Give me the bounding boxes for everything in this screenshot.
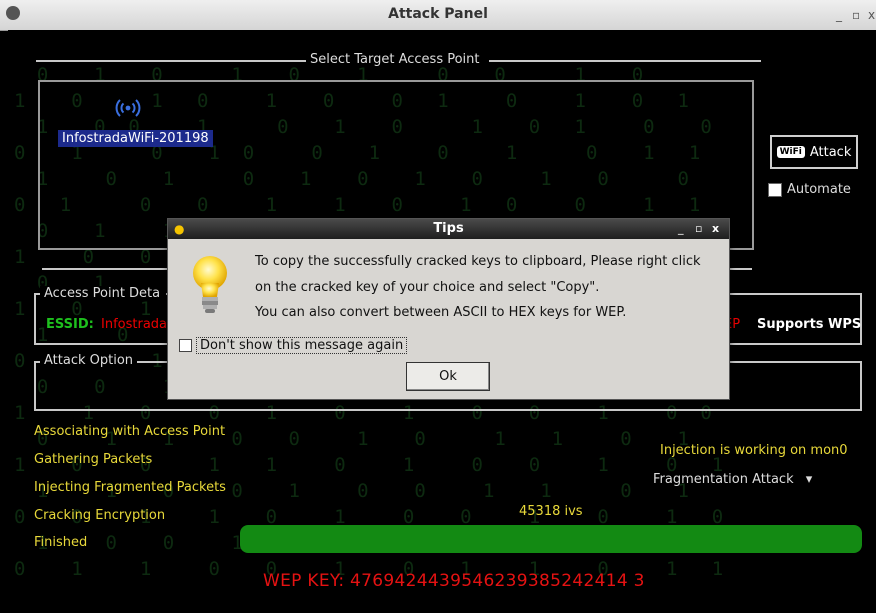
dont-show-again-box[interactable]: [179, 339, 192, 352]
automate-checkbox[interactable]: Automate: [768, 182, 851, 197]
window-titlebar: Attack Panel _ ▫ x: [0, 0, 876, 31]
attack-button[interactable]: WiFi Attack: [770, 135, 858, 169]
dialog-close-button[interactable]: x: [712, 222, 719, 235]
details-section-legend: Access Point Deta: [40, 286, 165, 301]
progress-bar: [240, 525, 862, 553]
automate-label: Automate: [787, 182, 851, 197]
close-button[interactable]: x: [868, 8, 875, 22]
step-associating: Associating with Access Point: [34, 424, 226, 439]
wps-label: Supports WPS: [757, 317, 862, 332]
essid-label: ESSID:: [46, 317, 94, 332]
minimize-button[interactable]: _: [836, 8, 842, 22]
dialog-message-line1: To copy the successfully cracked keys to…: [255, 254, 701, 269]
dialog-message-line2: on the cracked key of your choice and se…: [255, 280, 600, 295]
lightbulb-icon: [192, 255, 228, 323]
step-injecting: Injecting Fragmented Packets: [34, 480, 226, 495]
dialog-minimize-button[interactable]: _: [678, 222, 684, 235]
target-section-rule-right: [489, 60, 761, 62]
step-finished: Finished: [34, 535, 88, 550]
injection-status: Injection is working on mon0: [660, 443, 848, 458]
access-point-item[interactable]: InfostradaWiFi-201198: [58, 130, 213, 147]
essid-value: Infostrada: [101, 317, 168, 332]
target-section-rule-left: [36, 60, 306, 62]
attack-type-dropdown[interactable]: Fragmentation Attack ▾: [653, 472, 812, 487]
step-gathering: Gathering Packets: [34, 452, 153, 467]
window-title: Attack Panel: [388, 6, 488, 22]
dialog-maximize-button[interactable]: ▫: [695, 222, 702, 235]
ivs-count: 45318 ivs: [519, 504, 583, 519]
attack-button-label: Attack: [809, 144, 852, 160]
dont-show-again-label: Don't show this message again: [196, 337, 408, 354]
options-section-legend: Attack Option: [40, 353, 138, 368]
tips-dialog: ● Tips _ ▫ x To copy the successfully cr…: [167, 218, 730, 400]
dialog-title: Tips: [433, 221, 464, 236]
ok-button[interactable]: Ok: [406, 362, 490, 391]
wifi-logo-icon: WiFi: [776, 146, 805, 158]
wireless-signal-icon[interactable]: [115, 96, 141, 124]
automate-checkbox-box[interactable]: [768, 182, 782, 197]
dialog-titlebar: ● Tips _ ▫ x: [168, 219, 729, 239]
dialog-message-line3: You can also convert between ASCII to HE…: [255, 305, 627, 320]
progress-fill: [240, 525, 862, 553]
wep-key-display[interactable]: WEP KEY: 4769424439546239385242414 3: [263, 571, 645, 591]
maximize-button[interactable]: ▫: [852, 8, 860, 22]
attack-type-value: Fragmentation Attack: [653, 472, 794, 487]
chevron-down-icon: ▾: [805, 472, 813, 487]
target-section-legend: Select Target Access Point: [306, 52, 484, 67]
step-cracking: Cracking Encryption: [34, 508, 166, 523]
dont-show-again-checkbox[interactable]: Don't show this message again: [179, 337, 408, 354]
